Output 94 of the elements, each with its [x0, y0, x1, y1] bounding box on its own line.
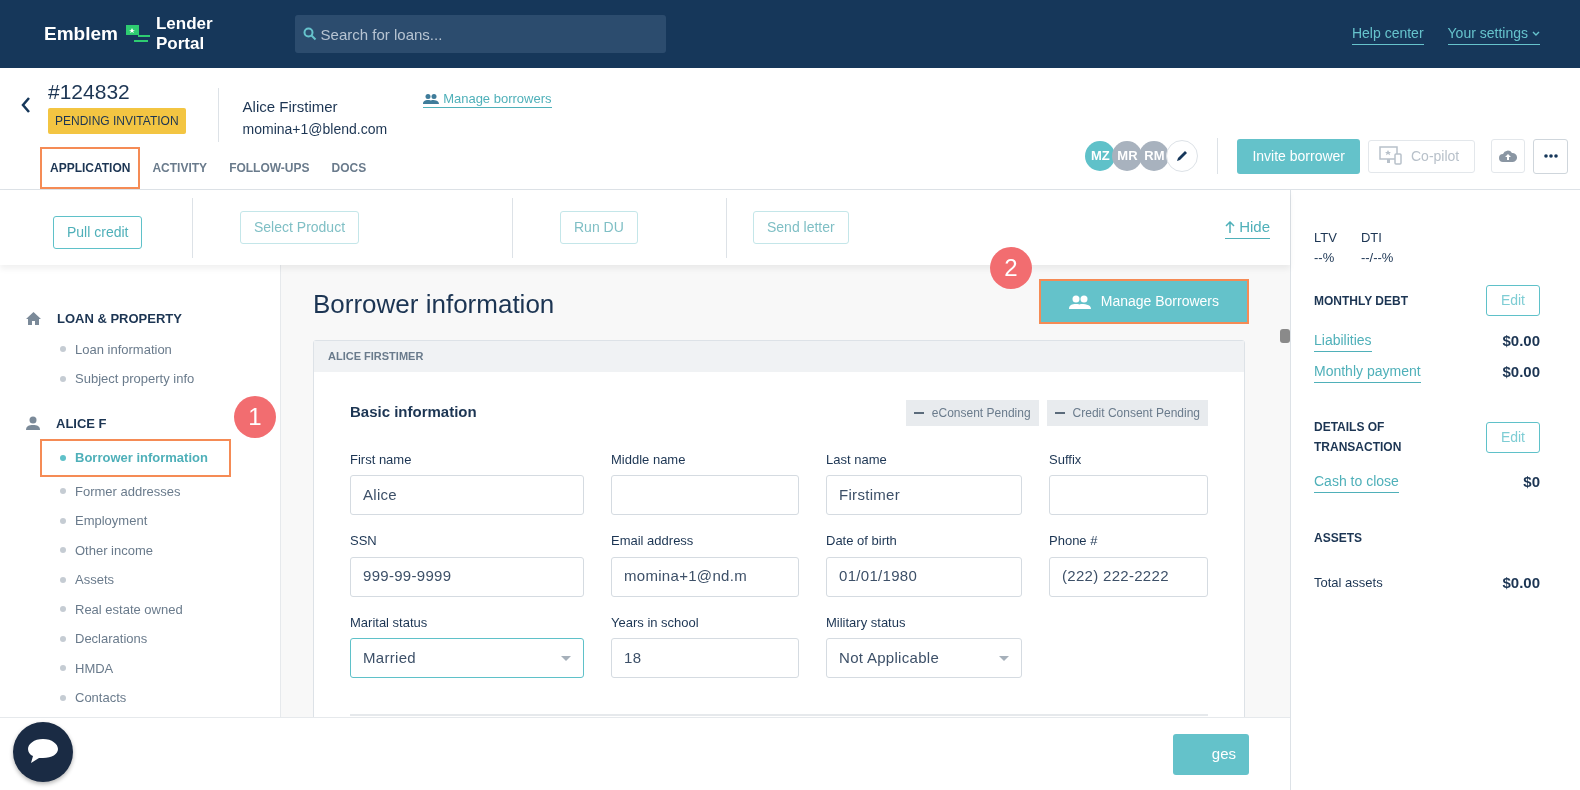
manage-borrowers-link[interactable]: Manage borrowers [423, 90, 552, 108]
input-field[interactable]: 999-99-9999 [350, 556, 584, 597]
more-icon [1543, 154, 1558, 158]
home-icon [26, 312, 41, 326]
tab[interactable]: FOLLOW-UPS [219, 147, 320, 189]
consent-status-badge: eConsent Pending [905, 399, 1039, 426]
search-field[interactable]: Search for loans... [294, 15, 666, 53]
card-header: ALICE FIRSTIMER [314, 341, 1244, 372]
sidebar-item[interactable]: HMDA [40, 653, 231, 683]
back-icon [20, 96, 32, 114]
scrollbar-thumb [1280, 329, 1290, 343]
more-button[interactable] [1533, 138, 1568, 174]
field-label: Middle name [611, 450, 687, 469]
input-field[interactable]: 01/01/1980 [826, 556, 1022, 597]
toolbar-button[interactable]: Pull credit [53, 216, 143, 249]
field-label: Phone # [1049, 532, 1099, 550]
field-label: Years in school [611, 613, 700, 632]
page-title: Borrower information [313, 288, 555, 321]
arrow-up-icon [1225, 221, 1236, 233]
select-field[interactable]: Married [350, 638, 584, 678]
sidebar-section-title: ALICE F [56, 414, 107, 433]
input-field[interactable] [1049, 475, 1208, 515]
field-label: Email address [611, 532, 695, 550]
avatar: MZ [1085, 141, 1116, 171]
sidebar-item[interactable]: Assets [40, 565, 231, 595]
ratio-value: --/--% [1360, 248, 1394, 267]
summary-section-title: ASSETS [1314, 529, 1363, 547]
field-label: Last name [826, 450, 888, 469]
sidebar-item[interactable]: Former addresses [40, 476, 231, 506]
summary-link[interactable]: Liabilities [1314, 330, 1372, 353]
sidebar-item[interactable]: Subject property info [40, 364, 231, 394]
sidebar-item[interactable]: Borrower information [40, 439, 231, 477]
field-label: First name [350, 450, 413, 469]
avatar: RM [1139, 141, 1170, 171]
summary-section-title: DETAILS OF TRANSACTION [1314, 419, 1403, 456]
minus-icon [913, 411, 924, 414]
summary-value: $0.00 [1502, 572, 1540, 593]
input-field[interactable]: 18 [611, 638, 799, 678]
input-field[interactable] [611, 475, 799, 515]
settings-dropdown[interactable]: Your settings [1447, 23, 1540, 45]
avatar: MR [1112, 141, 1143, 171]
monitor-icon [1379, 146, 1403, 166]
sidebar-item[interactable]: Declarations [40, 624, 231, 654]
chat-button[interactable] [13, 721, 73, 782]
ratio-value: --% [1314, 248, 1336, 267]
sidebar-item[interactable]: Real estate owned [40, 594, 231, 624]
tab[interactable]: ACTIVITY [142, 147, 218, 189]
section-title: Basic information [350, 402, 477, 423]
sidebar-section-title: LOAN & PROPERTY [57, 310, 182, 328]
ratio-label: DTI [1360, 229, 1383, 247]
select-field[interactable]: Not Applicable [826, 638, 1022, 678]
ratio-label: LTV [1314, 229, 1337, 247]
summary-link[interactable]: Monthly payment [1314, 360, 1421, 383]
consent-status-badge: Credit Consent Pending [1046, 399, 1208, 426]
logo-title: Lender Portal [155, 14, 213, 54]
summary-value: $0.00 [1502, 361, 1540, 382]
input-field[interactable]: (222) 222-2222 [1049, 556, 1208, 597]
people-icon [423, 92, 440, 105]
input-field[interactable]: Alice [350, 475, 584, 515]
sidebar-item[interactable]: Loan information [40, 334, 231, 364]
summary-label: Total assets [1314, 574, 1383, 592]
chevron-down-icon [1532, 30, 1540, 37]
dropdown-arrow-icon [999, 655, 1009, 661]
upload-button[interactable] [1491, 139, 1525, 173]
field-label: Marital status [350, 613, 429, 632]
sidebar-item[interactable]: Contacts [40, 683, 231, 713]
summary-link[interactable]: Cash to close [1314, 471, 1399, 494]
person-icon [26, 416, 40, 431]
sidebar-item[interactable]: Employment [40, 506, 231, 536]
loan-number: #124832 [48, 80, 130, 104]
hide-toolbar-link[interactable]: Hide [1225, 215, 1270, 240]
field-label: Date of birth [826, 532, 898, 550]
field-label: Suffix [1049, 450, 1083, 469]
summary-section-title: MONTHLY DEBT [1314, 292, 1409, 310]
field-label: SSN [350, 532, 378, 550]
summary-value: $0.00 [1502, 331, 1540, 351]
minus-icon [1054, 411, 1065, 414]
input-field[interactable]: momina+1@nd.m [611, 556, 799, 597]
sidebar-item[interactable]: Other income [40, 535, 231, 565]
field-label: Military status [826, 613, 907, 632]
pencil-icon [1175, 149, 1190, 163]
dropdown-arrow-icon [561, 655, 571, 661]
input-field[interactable]: Firstimer [826, 475, 1022, 515]
tab[interactable]: DOCS [321, 147, 377, 189]
status-badge: PENDING INVITATION [48, 108, 186, 134]
logo-text: Emblem [44, 21, 118, 46]
help-link[interactable]: Help center [1351, 23, 1424, 45]
borrower-email: momina+1@blend.com [242, 119, 388, 139]
summary-value: $0 [1523, 472, 1540, 492]
people-icon [1068, 294, 1091, 309]
edit-avatars-button[interactable] [1166, 140, 1199, 172]
borrower-name: Alice Firstimer [242, 97, 339, 117]
search-icon [301, 26, 318, 42]
cloud-upload-icon [1499, 150, 1517, 162]
